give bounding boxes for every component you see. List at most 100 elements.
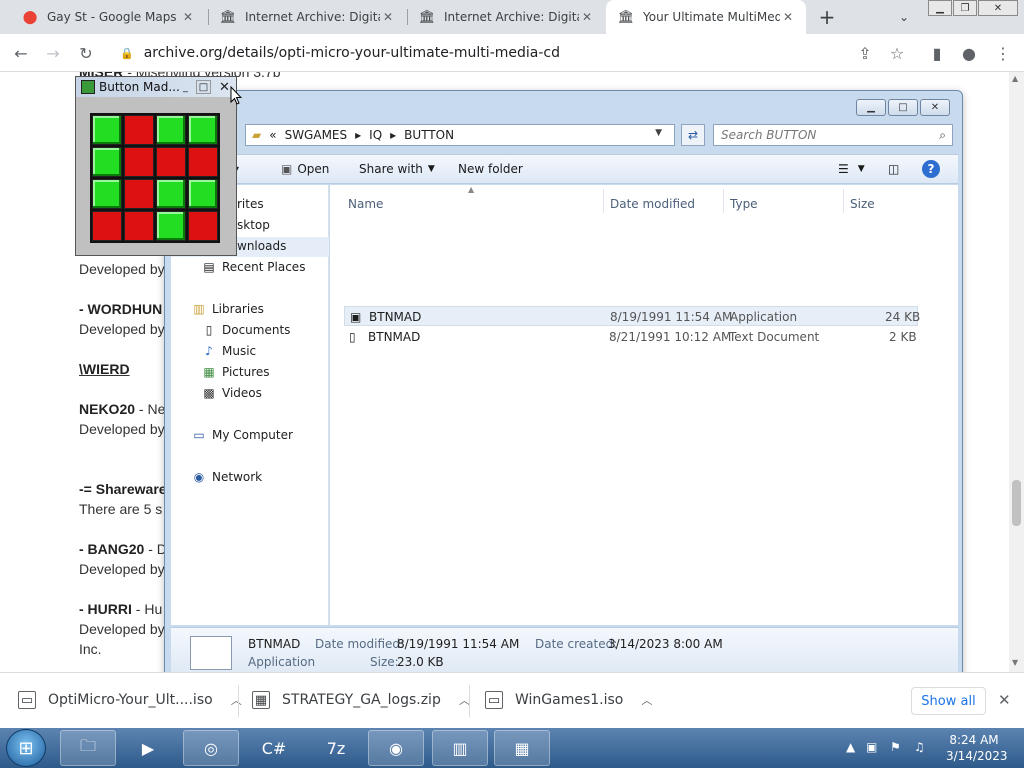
file-row[interactable]: ▯ BTNMAD 8/21/1991 10:12 AM Text Documen… bbox=[344, 327, 918, 347]
breadcrumb-arrow-icon[interactable]: ▸ bbox=[355, 128, 361, 142]
scroll-up-arrow-icon[interactable]: ▲ bbox=[1012, 74, 1018, 83]
button-mad-titlebar[interactable]: Button Mad... bbox=[76, 77, 236, 97]
nav-libraries[interactable]: ▥ Libraries bbox=[191, 300, 264, 318]
nav-desktop[interactable]: sktop bbox=[237, 216, 270, 234]
breadcrumb-overflow[interactable]: « bbox=[269, 128, 276, 142]
breadcrumb-iq[interactable]: IQ bbox=[369, 128, 382, 142]
nav-documents[interactable]: ▯ Documents bbox=[201, 321, 291, 339]
red-button-cell[interactable] bbox=[124, 179, 154, 209]
green-button-cell[interactable] bbox=[92, 115, 122, 145]
red-button-cell[interactable] bbox=[124, 211, 154, 241]
minimize-window-button[interactable]: ▁ bbox=[928, 0, 952, 16]
green-button-cell[interactable] bbox=[92, 147, 122, 177]
tray-flag-icon[interactable]: ⚑ bbox=[890, 740, 901, 754]
column-divider[interactable] bbox=[603, 189, 604, 213]
show-all-downloads-button[interactable]: Show all bbox=[911, 687, 986, 715]
nav-pictures[interactable]: ▦ Pictures bbox=[201, 363, 269, 381]
share-icon[interactable]: ⇪ bbox=[852, 40, 878, 66]
green-button-cell[interactable] bbox=[156, 179, 186, 209]
close-downloads-bar-icon[interactable]: ✕ bbox=[998, 691, 1011, 709]
taskbar-csharp-icon[interactable]: C# bbox=[246, 730, 302, 766]
green-button-cell[interactable] bbox=[92, 179, 122, 209]
scrollbar-thumb[interactable] bbox=[1012, 480, 1021, 526]
nav-downloads[interactable]: wnloads bbox=[237, 237, 286, 255]
column-header-date-modified[interactable]: Date modified bbox=[610, 197, 695, 211]
tab-google-maps[interactable]: ⬤ Gay St - Google Maps ✕ bbox=[10, 0, 206, 34]
column-divider[interactable] bbox=[843, 189, 844, 213]
start-button-icon[interactable]: ⊞ bbox=[6, 729, 46, 767]
close-button[interactable]: ✕ bbox=[920, 99, 950, 116]
taskbar-button-mad-icon[interactable]: ▦ bbox=[494, 730, 550, 766]
tray-volume-icon[interactable]: ♫ bbox=[914, 740, 925, 754]
back-arrow-icon[interactable]: ← bbox=[8, 40, 34, 66]
tab-internet-archive-1[interactable]: 🏛 Internet Archive: Digital L ✕ bbox=[208, 0, 406, 34]
tab-search-chevron-icon[interactable]: ⌄ bbox=[895, 8, 913, 26]
tab-your-ultimate-multimedia[interactable]: 🏛 Your Ultimate MultiMedia ✕ bbox=[606, 0, 806, 34]
nav-my-computer[interactable]: ▭ My Computer bbox=[191, 426, 293, 444]
file-row[interactable]: ▣ BTNMAD 8/19/1991 11:54 AM Application … bbox=[344, 306, 920, 326]
share-with-command[interactable]: Share with ▼ bbox=[359, 162, 435, 176]
download-item[interactable]: ▭ OptiMicro-Your_Ult....iso ︿ bbox=[18, 691, 242, 709]
taskbar-chrome-icon[interactable]: ◎ bbox=[183, 730, 239, 766]
scroll-down-arrow-icon[interactable]: ▼ bbox=[1012, 658, 1018, 667]
close-tab-icon[interactable]: ✕ bbox=[780, 9, 796, 25]
download-item[interactable]: ▭ WinGames1.iso ︿ bbox=[485, 691, 652, 709]
bookmark-star-icon[interactable]: ☆ bbox=[884, 40, 910, 66]
close-tab-icon[interactable]: ✕ bbox=[579, 9, 595, 25]
maximize-button[interactable]: □ bbox=[888, 99, 918, 116]
address-dropdown-icon[interactable]: ▼ bbox=[655, 128, 662, 138]
help-icon[interactable]: ? bbox=[922, 160, 940, 178]
address-bar[interactable]: 🔒 archive.org/details/opti-micro-your-ul… bbox=[110, 39, 915, 67]
taskbar-media-player-icon[interactable]: ▶ bbox=[120, 730, 176, 766]
nav-recent-places[interactable]: ▤ Recent Places bbox=[201, 258, 305, 276]
close-tab-icon[interactable]: ✕ bbox=[380, 9, 396, 25]
view-options-icon[interactable]: ☰ ▼ bbox=[838, 162, 865, 176]
chevron-up-icon[interactable]: ︿ bbox=[231, 692, 242, 708]
breadcrumb-arrow-icon[interactable]: ▸ bbox=[390, 128, 396, 142]
chevron-up-icon[interactable]: ︿ bbox=[641, 692, 652, 708]
close-window-button[interactable]: ✕ bbox=[978, 0, 1018, 16]
column-header-size[interactable]: Size bbox=[850, 197, 875, 211]
taskbar-explorer-icon[interactable]: 🗀 bbox=[60, 730, 116, 766]
side-panel-icon[interactable]: ▮ bbox=[924, 40, 950, 66]
nav-favorites[interactable]: rites bbox=[237, 195, 264, 213]
red-button-cell[interactable] bbox=[92, 211, 122, 241]
taskbar-7zip-icon[interactable]: 7z bbox=[308, 730, 364, 766]
new-tab-button[interactable]: + bbox=[816, 5, 838, 29]
preview-pane-icon[interactable]: ◫ bbox=[888, 162, 899, 176]
green-button-cell[interactable] bbox=[156, 211, 186, 241]
refresh-icon[interactable]: ⇄ bbox=[681, 124, 705, 146]
download-item[interactable]: ▦ STRATEGY_GA_logs.zip ︿ bbox=[252, 691, 470, 709]
green-button-cell[interactable] bbox=[188, 179, 218, 209]
taskbar-clock[interactable]: 8:24 AM 3/14/2023 bbox=[946, 732, 1008, 764]
explorer-search-input[interactable]: Search BUTTON ⌕ bbox=[713, 124, 953, 146]
profile-avatar-icon[interactable]: ● bbox=[956, 40, 982, 66]
breadcrumb-button[interactable]: BUTTON bbox=[404, 128, 454, 142]
open-command[interactable]: ▣ Open bbox=[281, 162, 329, 176]
red-button-cell[interactable] bbox=[188, 211, 218, 241]
green-button-cell[interactable] bbox=[156, 115, 186, 145]
red-button-cell[interactable] bbox=[124, 115, 154, 145]
red-button-cell[interactable] bbox=[156, 147, 186, 177]
explorer-address-bar[interactable]: ▰ « SWGAMES ▸ IQ ▸ BUTTON ▼ bbox=[245, 124, 675, 146]
restore-window-button[interactable]: ❐ bbox=[953, 0, 977, 16]
taskbar-dosbox-icon[interactable]: ▥ bbox=[432, 730, 488, 766]
close-tab-icon[interactable]: ✕ bbox=[180, 9, 196, 25]
column-divider[interactable] bbox=[723, 189, 724, 213]
tab-internet-archive-2[interactable]: 🏛 Internet Archive: Digital L ✕ bbox=[407, 0, 605, 34]
nav-videos[interactable]: ▩ Videos bbox=[201, 384, 262, 402]
nav-music[interactable]: ♪ Music bbox=[201, 342, 256, 360]
breadcrumb-swgames[interactable]: SWGAMES bbox=[285, 128, 348, 142]
tray-show-hidden-icon[interactable]: ▲ bbox=[846, 740, 855, 754]
column-header-name[interactable]: Name bbox=[348, 197, 383, 211]
maximize-button[interactable]: □ bbox=[196, 80, 211, 94]
nav-network[interactable]: ◉ Network bbox=[191, 468, 262, 486]
minimize-button[interactable]: ▁ bbox=[856, 99, 886, 116]
search-icon[interactable]: ⌕ bbox=[939, 128, 946, 143]
taskbar-chrome-window-icon[interactable]: ◉ bbox=[368, 730, 424, 766]
column-header-type[interactable]: Type bbox=[730, 197, 758, 211]
new-folder-command[interactable]: New folder bbox=[458, 162, 523, 176]
tray-network-icon[interactable]: ▣ bbox=[866, 740, 877, 754]
red-button-cell[interactable] bbox=[188, 147, 218, 177]
reload-icon[interactable]: ↻ bbox=[73, 40, 99, 66]
